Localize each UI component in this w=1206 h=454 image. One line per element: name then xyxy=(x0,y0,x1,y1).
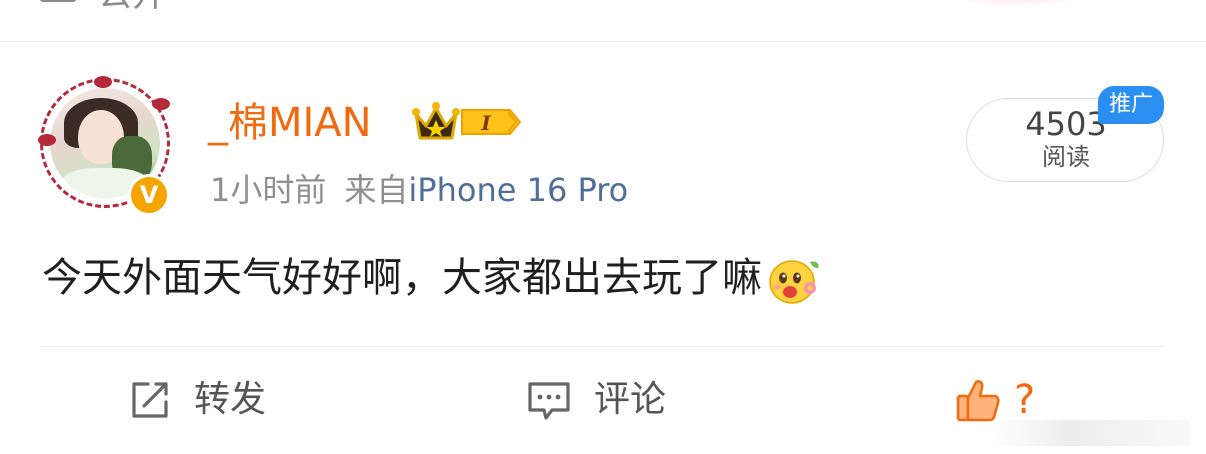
source-device[interactable]: iPhone 16 Pro xyxy=(408,171,628,209)
top-privacy-strip: 公开 xyxy=(0,0,1206,41)
divider xyxy=(0,41,1206,42)
comment-icon xyxy=(528,382,570,420)
verified-badge-icon: V xyxy=(128,174,170,216)
post-meta: 1小时前 来自iPhone 16 Pro xyxy=(210,170,628,210)
username[interactable]: _棉MIAN xyxy=(208,98,372,148)
source-prefix: 来自 xyxy=(344,171,409,209)
member-crown-badge[interactable]: I xyxy=(410,100,526,144)
repost-button[interactable]: 转发 xyxy=(128,372,266,428)
divider xyxy=(40,346,1164,347)
read-label: 阅读 xyxy=(1042,143,1090,171)
repost-icon xyxy=(132,382,168,418)
bow-icon xyxy=(94,76,112,88)
smiling-face-with-flower-emoji-icon xyxy=(766,254,822,306)
comment-button[interactable]: 评论 xyxy=(526,372,666,428)
decorative-fade xyxy=(990,420,1190,446)
post-content: 今天外面天气好好啊，大家都出去玩了嘛 xyxy=(42,250,822,306)
privacy-label: 公开 xyxy=(98,0,166,12)
crown-icon: I xyxy=(412,102,522,140)
promo-tag[interactable]: 推广 xyxy=(1098,86,1164,124)
svg-text:I: I xyxy=(480,111,491,135)
decorative-glow xyxy=(938,0,1098,6)
lock-icon xyxy=(40,0,76,2)
post-time: 1小时前 xyxy=(210,171,327,209)
bow-icon xyxy=(38,134,56,146)
comment-label: 评论 xyxy=(594,379,667,420)
thumbs-up-icon xyxy=(956,380,1000,422)
bow-icon xyxy=(152,98,170,110)
repost-label: 转发 xyxy=(194,379,267,420)
post-text: 今天外面天气好好啊，大家都出去玩了嘛 xyxy=(42,255,762,301)
